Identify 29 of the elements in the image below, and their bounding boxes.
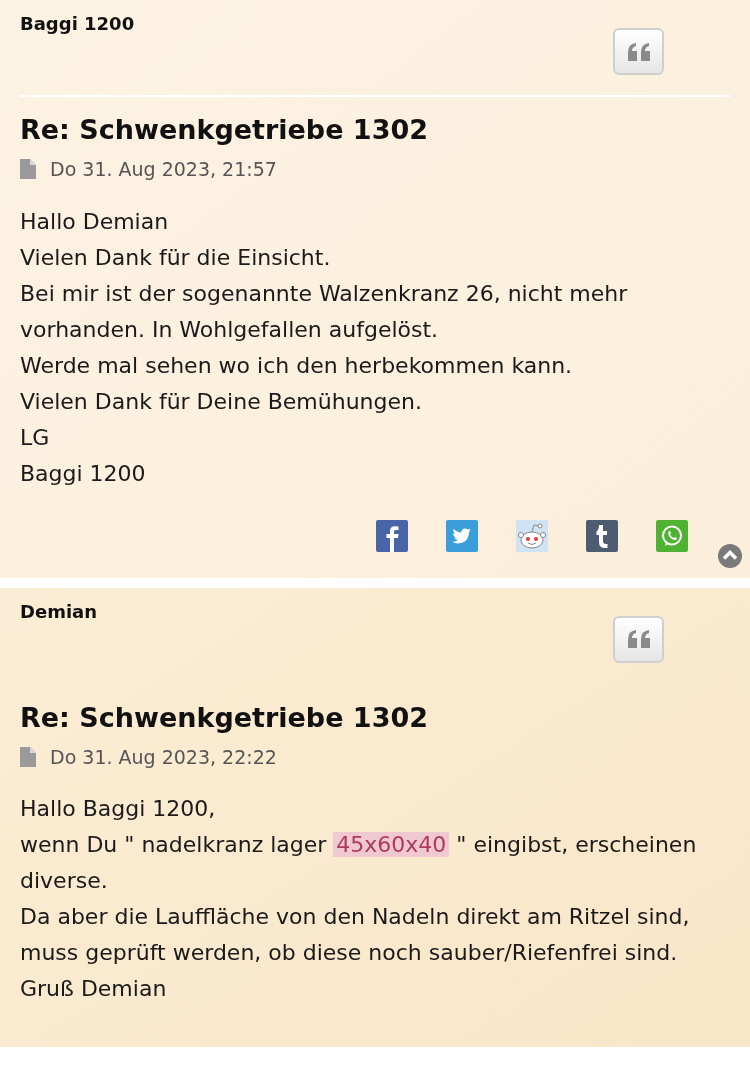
post-text-line: Vielen Dank für Deine Bemühungen. <box>20 387 423 416</box>
post-text-line: wenn Du " nadelkranz lager 45x60x40 " eingibst, erscheinen diverse. <box>20 831 698 895</box>
post-date: Do 31. Aug 2023, 21:57 <box>50 157 277 182</box>
post-text-line: Gruß Demian <box>20 975 168 1003</box>
twitter-share-icon[interactable] <box>446 519 478 552</box>
post-text-line: LG <box>20 423 51 452</box>
document-icon <box>20 746 36 767</box>
quote-button[interactable] <box>613 615 664 663</box>
quote-icon <box>625 41 652 62</box>
facebook-share-icon[interactable] <box>376 519 408 552</box>
document-icon <box>20 159 36 180</box>
post-text-line: Vielen Dank für die Einsicht. <box>20 243 332 272</box>
post-date: Do 31. Aug 2023, 22:22 <box>50 744 277 770</box>
post-title[interactable]: Re: Schwenkgetriebe 1302 <box>20 113 730 147</box>
post-text-line: Da aber die Lauffläche von den Nadeln direkt am Ritzel sind, muss geprüft werden, ob diese noch sauber/Riefenfrei sind. <box>20 903 691 967</box>
quote-icon <box>625 629 652 649</box>
post-text-line: Hallo Demian <box>20 207 170 236</box>
author-name[interactable]: Baggi 1200 <box>20 10 135 37</box>
post-title[interactable]: Re: Schwenkgetriebe 1302 <box>20 700 730 735</box>
author-name[interactable]: Demian <box>20 597 98 625</box>
post-text-line: Baggi 1200 <box>20 459 147 488</box>
reddit-share-icon[interactable] <box>516 519 548 552</box>
quote-button[interactable] <box>613 28 664 75</box>
whatsapp-share-icon[interactable] <box>656 519 688 552</box>
post-text-line: Werde mal sehen wo ich den herbekommen kann. <box>20 351 574 380</box>
post-text-line: Hallo Baggi 1200, <box>20 795 217 823</box>
tumblr-share-icon[interactable] <box>586 519 618 552</box>
post-text-line: Bei mir ist der sogenannte Walzenkranz 26, nicht mehr vorhanden. In Wohlgefallen aufgelöst. <box>20 279 629 344</box>
back-to-top-icon[interactable] <box>718 543 742 568</box>
